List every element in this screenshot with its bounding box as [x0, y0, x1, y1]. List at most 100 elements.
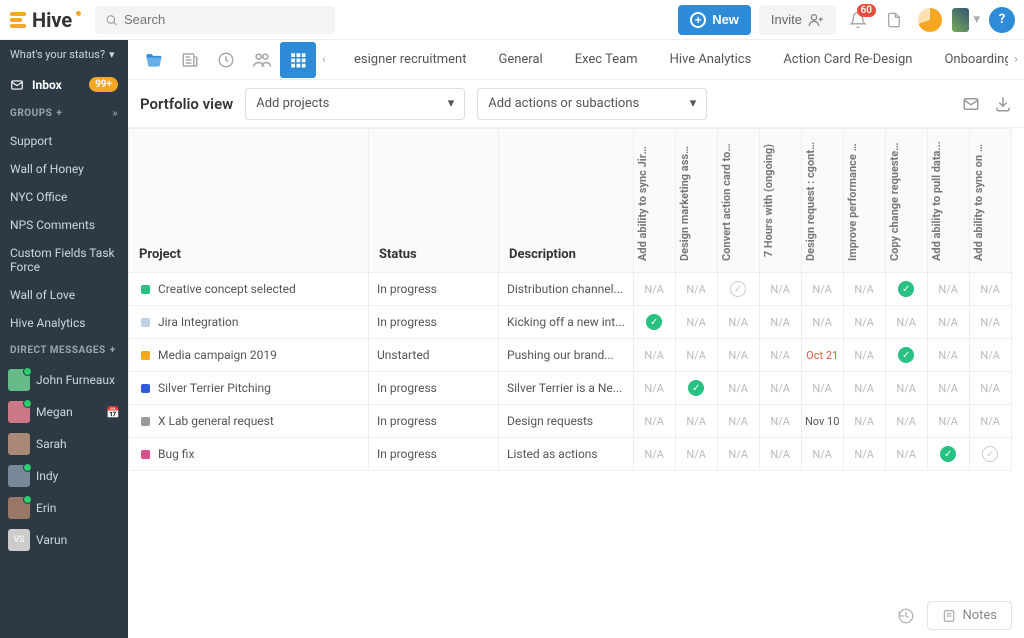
table-row[interactable]: Bug fixIn progressListed as actionsN/AN/… — [129, 438, 1012, 471]
dm-item[interactable]: Megan📅 — [0, 396, 128, 428]
action-cell[interactable]: N/A — [801, 306, 843, 339]
add-projects-select[interactable]: Add projects ▾ — [245, 88, 465, 120]
action-cell[interactable]: N/A — [717, 405, 759, 438]
action-cell[interactable]: N/A — [927, 372, 969, 405]
analytics-button[interactable] — [916, 6, 944, 34]
project-tab[interactable]: esigner recruitment — [338, 40, 482, 80]
sidebar-group-item[interactable]: Support — [0, 127, 128, 155]
action-cell[interactable]: N/A — [885, 405, 927, 438]
action-cell[interactable]: N/A — [801, 273, 843, 306]
action-cell[interactable]: N/A — [885, 306, 927, 339]
action-cell[interactable]: ✓ — [633, 306, 675, 339]
action-column-header[interactable]: Add ability to sync Jira... — [633, 129, 675, 273]
action-column-header[interactable]: 7 Hours with (ongoing) — [759, 129, 801, 273]
table-row[interactable]: Creative concept selectedIn progressDist… — [129, 273, 1012, 306]
add-actions-select[interactable]: Add actions or subactions ▾ — [477, 88, 707, 120]
download-icon[interactable] — [994, 95, 1012, 113]
action-cell[interactable]: N/A — [927, 273, 969, 306]
sidebar-group-item[interactable]: NYC Office — [0, 183, 128, 211]
column-header[interactable]: Description — [499, 129, 634, 273]
people-button[interactable] — [244, 42, 280, 78]
action-cell[interactable]: N/A — [633, 438, 675, 471]
action-cell[interactable]: N/A — [759, 339, 801, 372]
column-header[interactable]: Status — [369, 129, 499, 273]
portfolio-grid[interactable]: ProjectStatusDescriptionAdd ability to s… — [128, 128, 1024, 638]
status-prompt[interactable]: What's your status? ▾ — [0, 40, 128, 69]
sidebar-group-item[interactable]: NPS Comments — [0, 211, 128, 239]
dm-item[interactable]: John Furneaux — [0, 364, 128, 396]
invite-button[interactable]: Invite — [759, 5, 836, 35]
help-button[interactable]: ? — [988, 6, 1016, 34]
table-row[interactable]: X Lab general requestIn progressDesign r… — [129, 405, 1012, 438]
folder-button[interactable] — [136, 42, 172, 78]
action-cell[interactable]: N/A — [843, 438, 885, 471]
action-cell[interactable]: N/A — [843, 306, 885, 339]
dm-header[interactable]: DIRECT MESSAGES+ — [0, 337, 128, 364]
action-cell[interactable]: N/A — [675, 405, 717, 438]
search-box[interactable] — [95, 6, 335, 34]
project-tab[interactable]: Onboarding — [928, 40, 1008, 80]
action-cell[interactable]: N/A — [801, 438, 843, 471]
dm-item[interactable]: Indy — [0, 460, 128, 492]
action-column-header[interactable]: Design marketing assets... — [675, 129, 717, 273]
action-cell[interactable]: Nov 10 — [801, 405, 843, 438]
action-column-header[interactable]: Copy change requested ... — [885, 129, 927, 273]
action-cell[interactable]: ✓ — [885, 339, 927, 372]
sidebar-group-item[interactable]: Wall of Honey — [0, 155, 128, 183]
history-button[interactable] — [208, 42, 244, 78]
project-tab[interactable]: Hive Analytics — [654, 40, 768, 80]
action-cell[interactable]: N/A — [717, 372, 759, 405]
action-cell[interactable]: N/A — [633, 405, 675, 438]
action-cell[interactable]: N/A — [969, 372, 1011, 405]
action-cell[interactable]: N/A — [717, 438, 759, 471]
table-row[interactable]: Media campaign 2019UnstartedPushing our … — [129, 339, 1012, 372]
action-cell[interactable]: N/A — [927, 306, 969, 339]
document-button[interactable] — [880, 6, 908, 34]
action-cell[interactable]: ✓ — [927, 438, 969, 471]
logo[interactable]: Hive — [8, 8, 87, 32]
action-cell[interactable]: N/A — [843, 273, 885, 306]
action-cell[interactable]: ✓ — [885, 273, 927, 306]
action-cell[interactable]: N/A — [843, 339, 885, 372]
action-cell[interactable]: N/A — [843, 405, 885, 438]
tabs-scroll-left[interactable]: ‹ — [316, 52, 332, 67]
sidebar-group-item[interactable]: Wall of Love — [0, 281, 128, 309]
action-cell[interactable]: N/A — [633, 273, 675, 306]
action-cell[interactable]: N/A — [759, 273, 801, 306]
action-cell[interactable]: N/A — [885, 372, 927, 405]
action-cell[interactable]: N/A — [633, 339, 675, 372]
action-cell[interactable]: N/A — [675, 273, 717, 306]
search-input[interactable] — [124, 12, 325, 27]
notes-button[interactable]: Notes — [927, 601, 1012, 630]
action-cell[interactable]: N/A — [717, 306, 759, 339]
action-cell[interactable]: N/A — [969, 339, 1011, 372]
envelope-icon[interactable] — [962, 95, 980, 113]
action-column-header[interactable]: Convert action card to pt... — [717, 129, 759, 273]
action-cell[interactable]: ✓ — [969, 438, 1011, 471]
table-row[interactable]: Silver Terrier PitchingIn progressSilver… — [129, 372, 1012, 405]
action-cell[interactable]: N/A — [675, 339, 717, 372]
action-cell[interactable]: N/A — [717, 339, 759, 372]
groups-header[interactable]: GROUPS+ » — [0, 100, 128, 127]
action-cell[interactable]: N/A — [969, 306, 1011, 339]
new-button[interactable]: + New — [678, 5, 751, 35]
action-cell[interactable]: N/A — [759, 405, 801, 438]
action-cell[interactable]: N/A — [885, 438, 927, 471]
action-column-header[interactable]: Design request : cgonten... — [801, 129, 843, 273]
action-cell[interactable]: N/A — [843, 372, 885, 405]
sidebar-group-item[interactable]: Custom Fields Task Force — [0, 239, 128, 281]
dm-item[interactable]: Erin — [0, 492, 128, 524]
action-column-header[interactable]: Add ability to pull data... — [927, 129, 969, 273]
action-cell[interactable]: N/A — [759, 438, 801, 471]
action-cell[interactable]: N/A — [927, 339, 969, 372]
profile-menu[interactable]: ▾ — [952, 6, 980, 34]
action-cell[interactable]: N/A — [675, 306, 717, 339]
project-tab[interactable]: General — [482, 40, 558, 80]
action-cell[interactable]: Oct 21 — [801, 339, 843, 372]
action-cell[interactable]: ✓ — [717, 273, 759, 306]
news-button[interactable] — [172, 42, 208, 78]
action-cell[interactable]: N/A — [969, 273, 1011, 306]
dm-item[interactable]: VSVarun — [0, 524, 128, 556]
project-tab[interactable]: Action Card Re-Design — [767, 40, 928, 80]
project-tab[interactable]: Exec Team — [559, 40, 654, 80]
